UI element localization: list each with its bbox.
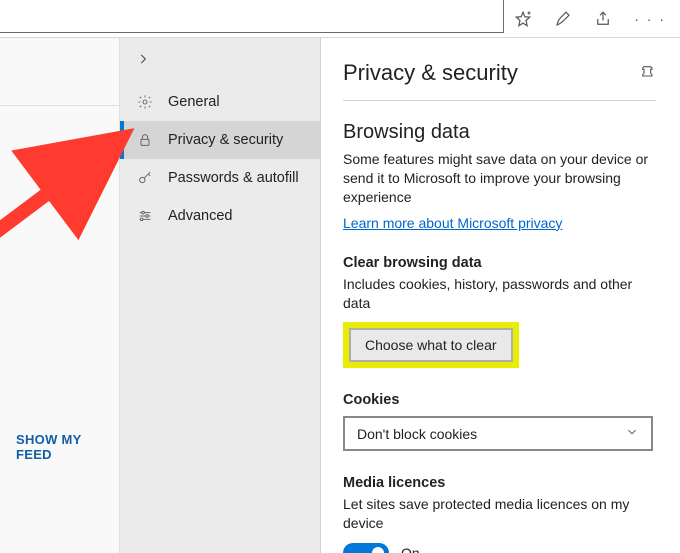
toolbar-icons: · · · xyxy=(512,0,680,37)
browsing-data-heading: Browsing data xyxy=(343,121,656,144)
address-bar[interactable] xyxy=(0,0,504,33)
cookies-dropdown[interactable]: Don't block cookies xyxy=(343,416,653,451)
settings-panel: Privacy & security Browsing data Some fe… xyxy=(321,38,680,553)
pen-icon[interactable] xyxy=(554,10,572,28)
panel-title: Privacy & security xyxy=(343,60,518,86)
browsing-data-description: Some features might save data on your de… xyxy=(343,150,656,207)
divider xyxy=(0,105,120,106)
sidebar-item-advanced[interactable]: Advanced xyxy=(120,197,320,235)
sidebar-item-label: General xyxy=(168,94,220,110)
clear-browsing-data-heading: Clear browsing data xyxy=(343,255,656,271)
media-licences-heading: Media licences xyxy=(343,475,656,491)
toggle-label: On xyxy=(401,545,420,553)
page-background: SHOW MY FEED xyxy=(0,38,120,553)
sidebar-item-passwords-autofill[interactable]: Passwords & autofill xyxy=(120,159,320,197)
sidebar-item-label: Privacy & security xyxy=(168,132,283,148)
key-icon xyxy=(136,170,154,186)
cookies-heading: Cookies xyxy=(343,392,656,408)
privacy-learn-more-link[interactable]: Learn more about Microsoft privacy xyxy=(343,215,562,231)
pin-icon[interactable] xyxy=(640,64,656,83)
favorites-icon[interactable] xyxy=(514,10,532,28)
browser-toolbar: · · · xyxy=(0,0,680,38)
sidebar-item-label: Advanced xyxy=(168,208,233,224)
sidebar-item-general[interactable]: General xyxy=(120,83,320,121)
sliders-icon xyxy=(136,208,154,224)
gear-icon xyxy=(136,94,154,110)
back-button[interactable] xyxy=(120,38,320,83)
cookies-dropdown-value: Don't block cookies xyxy=(357,426,477,442)
sidebar-item-privacy-security[interactable]: Privacy & security xyxy=(120,121,320,159)
sidebar-item-label: Passwords & autofill xyxy=(168,170,299,186)
clear-browsing-data-description: Includes cookies, history, passwords and… xyxy=(343,275,656,313)
annotation-highlight: Choose what to clear xyxy=(343,322,519,368)
panel-header: Privacy & security xyxy=(343,60,656,101)
media-licences-description: Let sites save protected media licences … xyxy=(343,495,656,533)
lock-icon xyxy=(136,132,154,148)
media-licences-toggle[interactable] xyxy=(343,543,389,553)
more-icon[interactable]: · · · xyxy=(634,11,666,27)
share-icon[interactable] xyxy=(594,10,612,28)
show-my-feed-link[interactable]: SHOW MY FEED xyxy=(16,432,119,462)
choose-what-to-clear-button[interactable]: Choose what to clear xyxy=(349,328,513,362)
media-licences-toggle-row: On xyxy=(343,543,656,553)
chevron-down-icon xyxy=(625,425,639,442)
settings-sidebar: General Privacy & security Passwords & a… xyxy=(120,38,321,553)
